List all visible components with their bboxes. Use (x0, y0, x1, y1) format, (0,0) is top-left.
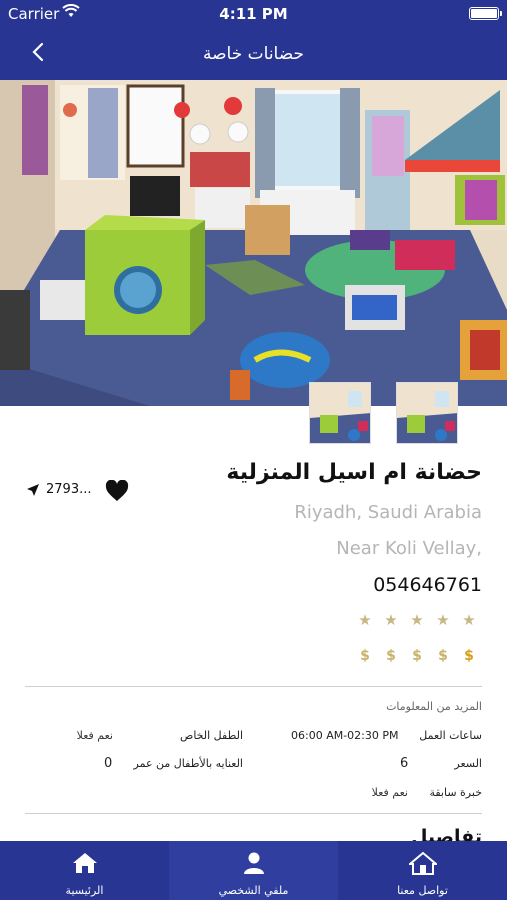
contact-home-icon (408, 851, 437, 875)
dollar-icon: $ (360, 648, 370, 664)
gallery-thumbnail[interactable] (396, 382, 458, 444)
status-bar: Carrier 4:11 PM (0, 0, 507, 28)
age-care-value: 0 (104, 756, 113, 771)
star-icon: ★ (410, 611, 424, 629)
star-icon: ★ (384, 611, 398, 629)
divider (25, 686, 482, 687)
tab-home-label: الرئيسية (65, 884, 104, 897)
star-icon: ★ (358, 611, 372, 629)
home-icon (72, 853, 97, 873)
dollar-icon: $ (412, 648, 422, 664)
tab-profile-label: ملفي الشخصي (218, 884, 289, 897)
tab-contact-label: تواصل معنا (397, 884, 448, 897)
special-child-value: نعم فعلا (76, 729, 113, 742)
working-hours-value: 06:00 AM-02:30 PM (291, 729, 399, 742)
favorite-button[interactable] (105, 479, 129, 506)
price-level: $ $ $ $ $ (357, 648, 477, 664)
dollar-icon: $ (464, 648, 474, 664)
nursery-address: Near Koli Vellay, (336, 538, 482, 559)
age-care-label: العنايه بالأطفال من عمر (133, 757, 243, 770)
more-info-title: المزيد من المعلومات (386, 700, 482, 713)
profile-icon (243, 852, 264, 874)
nursery-name: حضانة ام اسيل المنزلية (226, 460, 482, 485)
battery-icon (469, 7, 502, 20)
experience-value: نعم فعلا (371, 786, 408, 799)
experience-label: خبرة سابقة (429, 786, 482, 799)
page-title: حضانات خاصة (203, 44, 304, 64)
rating-stars: ★ ★ ★ ★ ★ (357, 611, 477, 629)
nursery-phone[interactable]: 054646761 (373, 574, 482, 596)
star-icon: ★ (462, 611, 476, 629)
tab-contact[interactable]: تواصل معنا (338, 841, 507, 900)
working-hours-label: ساعات العمل (419, 729, 482, 742)
nursery-city: Riyadh, Saudi Arabia (294, 502, 482, 523)
dollar-icon: $ (386, 648, 396, 664)
distance-button[interactable]: 2793... (26, 482, 91, 497)
navigation-bar: حضانات خاصة (0, 28, 507, 80)
clock: 4:11 PM (219, 5, 288, 23)
special-child-label: الطفل الخاص (180, 729, 243, 742)
location-arrow-icon (27, 483, 39, 496)
star-icon: ★ (436, 611, 450, 629)
price-value: 6 (400, 756, 409, 771)
distance-value: 2793... (46, 482, 92, 497)
price-label: السعر (454, 757, 482, 770)
gallery-thumbnail[interactable] (309, 382, 371, 444)
divider (25, 813, 482, 814)
heart-icon (105, 479, 129, 501)
tab-bar: الرئيسية ملفي الشخصي تواصل معنا (0, 841, 507, 900)
nursery-photo (0, 80, 507, 406)
tab-home[interactable]: الرئيسية (0, 841, 169, 900)
dollar-icon: $ (438, 648, 448, 664)
tab-profile[interactable]: ملفي الشخصي (169, 841, 338, 900)
